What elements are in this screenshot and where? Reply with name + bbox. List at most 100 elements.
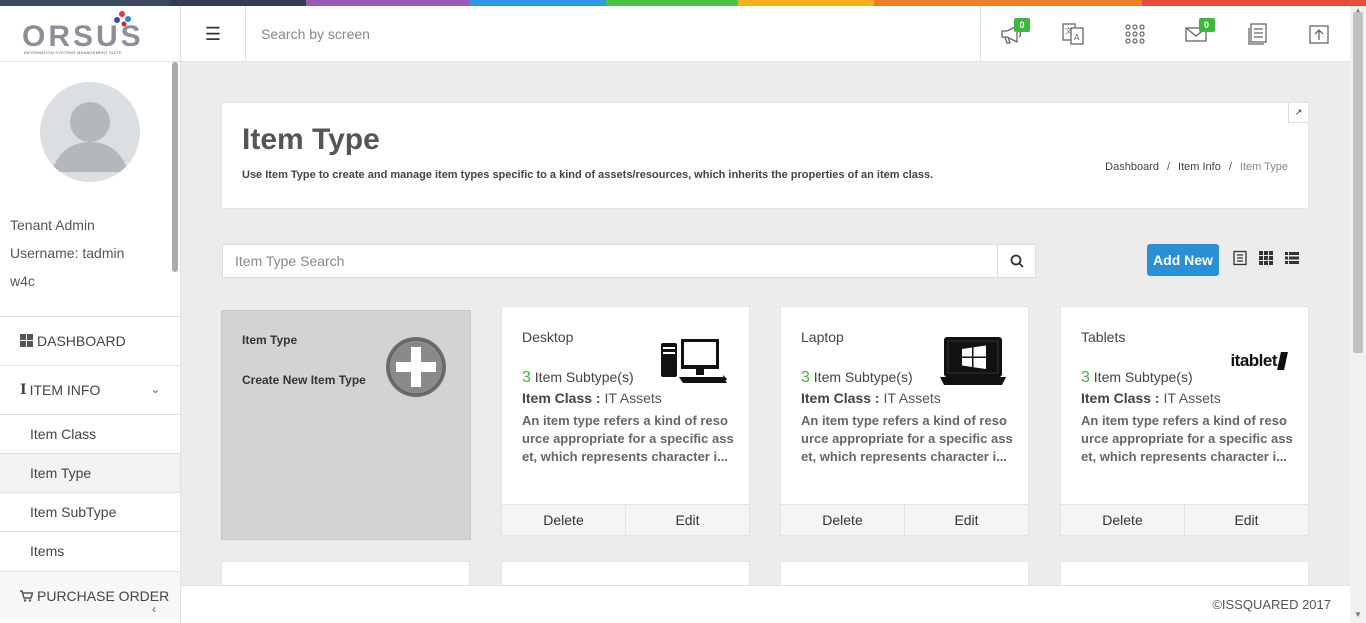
- announcements-button[interactable]: 0: [981, 6, 1043, 62]
- card-title: Tablets: [1081, 329, 1126, 345]
- translate-button[interactable]: A文: [1043, 6, 1105, 62]
- page-header: Item Type Use Item Type to create and ma…: [221, 102, 1309, 209]
- svg-text:文: 文: [1065, 26, 1072, 35]
- user-username: Username: tadmin: [10, 245, 125, 261]
- card-description: An item type refers a kind of resource a…: [801, 413, 1013, 464]
- sidebar-item-label: Items: [30, 543, 65, 559]
- desktop-computer-icon: [661, 339, 727, 383]
- sidebar-item-items[interactable]: Items: [0, 531, 180, 570]
- card-title: Desktop: [522, 329, 574, 345]
- item-type-search-input[interactable]: [222, 244, 998, 278]
- card-title: Laptop: [801, 329, 844, 345]
- item-type-card-desktop[interactable]: Desktop 3 Item Subtype(s) Item Class : I…: [501, 306, 750, 536]
- plus-circle-icon: [386, 337, 446, 397]
- item-class: Item Class : IT Assets: [801, 390, 941, 406]
- chevron-down-icon: ⌄: [150, 384, 160, 396]
- card-actions: Delete Edit: [1061, 504, 1308, 535]
- copyright-text: ©ISSQUARED 2017: [1212, 597, 1331, 612]
- create-card-subtitle: Create New Item Type: [242, 373, 366, 387]
- item-type-card-tablets[interactable]: Tablets itablet 3 Item Subtype(s) Item C…: [1060, 306, 1309, 536]
- breadcrumb-dashboard[interactable]: Dashboard: [1105, 161, 1159, 173]
- hamburger-menu-button[interactable]: ☰: [181, 6, 246, 62]
- item-type-card-partial[interactable]: [501, 561, 750, 585]
- breadcrumb-item-info[interactable]: Item Info: [1178, 161, 1221, 173]
- sidebar-item-item-subtype[interactable]: Item SubType: [0, 492, 180, 531]
- edit-button[interactable]: Edit: [626, 505, 749, 535]
- delete-button[interactable]: Delete: [502, 505, 626, 535]
- page-scrollbar-thumb[interactable]: [1353, 12, 1363, 353]
- itablet-logo: itablet: [1220, 335, 1288, 387]
- grid-view-icon[interactable]: [1258, 250, 1274, 266]
- logo-text: ORSUS: [22, 20, 144, 53]
- chevron-left-icon[interactable]: ‹: [152, 602, 156, 616]
- subtype-count: 3 Item Subtype(s): [1081, 369, 1193, 386]
- reports-button[interactable]: [1227, 6, 1289, 62]
- delete-button[interactable]: Delete: [1061, 505, 1185, 535]
- dashboard-icon: [20, 334, 33, 347]
- user-tenant: w4c: [10, 273, 35, 289]
- sidebar-item-label: PURCHASE ORDER: [37, 587, 170, 604]
- item-class: Item Class : IT Assets: [522, 390, 662, 406]
- translate-icon: A文: [1062, 23, 1084, 45]
- subtype-count: 3 Item Subtype(s): [801, 369, 913, 386]
- search-button[interactable]: [997, 244, 1036, 278]
- messages-button[interactable]: 0: [1166, 6, 1228, 62]
- edit-button[interactable]: Edit: [905, 505, 1028, 535]
- expand-arrow-icon: ↗: [1294, 107, 1303, 117]
- item-type-card-partial[interactable]: [780, 561, 1029, 585]
- sidebar-item-label: DASHBOARD: [37, 332, 126, 349]
- user-role: Tenant Admin: [10, 217, 95, 233]
- top-navbar: ORSUS INFORMATION SYSTEMS MANAGEMENT SUI…: [0, 6, 1350, 62]
- item-type-card-partial[interactable]: [221, 561, 470, 585]
- card-actions: Delete Edit: [502, 504, 749, 535]
- export-button[interactable]: [1289, 6, 1351, 62]
- messages-badge: 0: [1198, 18, 1215, 32]
- delete-button[interactable]: Delete: [781, 505, 905, 535]
- create-item-type-card[interactable]: Item Type Create New Item Type: [221, 310, 471, 540]
- item-type-card-partial[interactable]: [1060, 561, 1309, 585]
- card-actions: Delete Edit: [781, 504, 1028, 535]
- sidebar-item-item-class[interactable]: Item Class: [0, 414, 180, 453]
- expand-button[interactable]: ↗: [1288, 103, 1308, 123]
- sidebar-item-item-info[interactable]: i ITEM INFO ⌄: [0, 365, 180, 413]
- search-icon: [1010, 254, 1024, 268]
- sidebar: Tenant Admin Username: tadmin w4c DASHBO…: [0, 62, 181, 623]
- sidebar-item-label: Item Class: [30, 426, 97, 442]
- hamburger-icon: ☰: [204, 23, 222, 44]
- cart-icon: [20, 589, 33, 602]
- page-title: Item Type: [242, 123, 380, 156]
- apps-grid-icon: [1125, 24, 1145, 44]
- card-description: An item type refers a kind of resource a…: [1081, 413, 1293, 464]
- avatar: [40, 82, 140, 182]
- card-description: An item type refers a kind of resource a…: [522, 413, 734, 464]
- item-type-card-laptop[interactable]: Laptop 3 Item Subtype(s) Item Class : IT…: [780, 306, 1029, 536]
- svg-text:A: A: [1074, 33, 1080, 42]
- scroll-down-icon[interactable]: ▼: [1354, 610, 1362, 619]
- app-logo[interactable]: ORSUS INFORMATION SYSTEMS MANAGEMENT SUI…: [0, 6, 181, 62]
- sidebar-item-label: Item SubType: [30, 504, 117, 520]
- info-icon: i: [20, 381, 27, 398]
- page-description: Use Item Type to create and manage item …: [242, 169, 934, 181]
- list-view-icon[interactable]: [1232, 250, 1248, 266]
- sidebar-item-label: ITEM INFO: [29, 381, 101, 398]
- breadcrumb: Dashboard / Item Info / Item Type: [1105, 161, 1288, 173]
- item-class: Item Class : IT Assets: [1081, 390, 1221, 406]
- detail-list-icon[interactable]: [1284, 250, 1300, 266]
- page-scrollbar[interactable]: ▲ ▼: [1350, 6, 1366, 623]
- create-card-title: Item Type: [242, 333, 298, 347]
- footer: ©ISSQUARED 2017: [181, 585, 1350, 623]
- user-silhouette-icon: [52, 102, 128, 172]
- screen-search-input[interactable]: [246, 6, 980, 62]
- top-icon-bar: 0 A文 0: [980, 6, 1350, 62]
- add-new-button[interactable]: Add New: [1147, 244, 1219, 276]
- document-icon: [1248, 23, 1267, 45]
- announcements-badge: 0: [1014, 18, 1030, 32]
- upload-icon: [1309, 25, 1329, 44]
- edit-button[interactable]: Edit: [1185, 505, 1308, 535]
- sidebar-item-item-type[interactable]: Item Type: [0, 453, 180, 492]
- sidebar-item-dashboard[interactable]: DASHBOARD: [0, 316, 180, 364]
- apps-button[interactable]: [1104, 6, 1166, 62]
- sidebar-item-label: Item Type: [30, 465, 92, 481]
- sidebar-scrollbar-thumb[interactable]: [172, 62, 178, 272]
- subtype-count: 3 Item Subtype(s): [522, 369, 634, 386]
